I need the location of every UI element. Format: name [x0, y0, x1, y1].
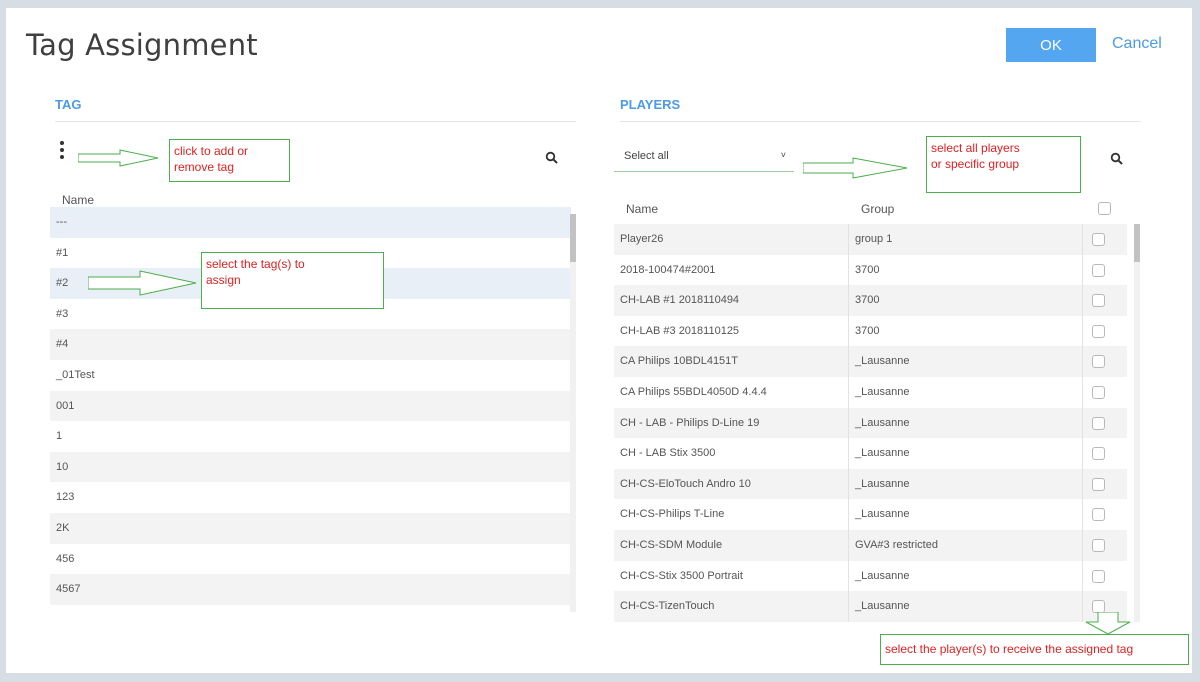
annotation-select-players-receive: select the player(s) to receive the assi…	[880, 634, 1189, 665]
player-group: _Lausanne	[855, 416, 910, 429]
search-icon[interactable]	[545, 151, 559, 165]
player-name: Player26	[620, 233, 664, 245]
player-name: CH - LAB - Philips D-Line 19	[620, 416, 760, 429]
player-row[interactable]: CH-LAB #3 2018110125 3700	[614, 315, 1127, 347]
player-row[interactable]: CH-LAB #1 2018110494 3700	[614, 285, 1127, 316]
tag-row[interactable]: 10	[50, 451, 571, 483]
arrow-right-icon	[88, 270, 197, 296]
player-group: _Lausanne	[855, 600, 910, 613]
tag-row[interactable]: 001	[50, 390, 571, 422]
search-icon[interactable]	[1110, 152, 1124, 166]
annotation-line: or specific group	[931, 157, 1020, 171]
tag-row[interactable]: 123	[50, 482, 571, 513]
player-checkbox[interactable]	[1092, 447, 1105, 461]
player-group-select[interactable]: Select all ˅	[614, 142, 794, 172]
player-name: CH - LAB Stix 3500	[620, 447, 716, 460]
player-checkbox[interactable]	[1092, 263, 1105, 277]
player-checkbox[interactable]	[1092, 538, 1105, 552]
annotation-add-remove-tag: click to add or remove tag	[169, 139, 290, 182]
player-name: CH-CS-Philips T-Line	[620, 508, 725, 521]
player-group: _Lausanne	[855, 508, 910, 521]
chevron-down-icon: ˅	[780, 150, 786, 160]
player-checkbox[interactable]	[1092, 416, 1105, 430]
annotation-line: assign	[206, 273, 241, 287]
player-row[interactable]: CH-CS-Philips T-Line _Lausanne	[614, 499, 1127, 530]
player-group: _Lausanne	[855, 447, 910, 460]
player-row[interactable]: CA Philips 55BDL4050D 4.4.4 _Lausanne	[614, 376, 1127, 408]
player-checkbox[interactable]	[1092, 294, 1105, 308]
player-group: _Lausanne	[855, 355, 910, 368]
ok-button[interactable]: OK	[1006, 28, 1096, 62]
player-name: CH-CS-SDM Module	[620, 538, 723, 551]
annotation-select-tags: select the tag(s) to assign	[201, 252, 384, 309]
annotation-line: select the tag(s) to	[206, 257, 305, 271]
player-group: group 1	[855, 233, 893, 245]
select-all-players-checkbox[interactable]	[1098, 202, 1111, 215]
tag-row[interactable]: 456	[50, 544, 571, 575]
tag-name-column-header: Name	[62, 193, 95, 207]
tag-row[interactable]: ---	[50, 207, 571, 238]
player-checkbox[interactable]	[1092, 477, 1105, 491]
player-row[interactable]: 2018-100474#2001 3700	[614, 254, 1127, 286]
tag-section-divider	[55, 121, 576, 122]
player-row[interactable]: CH-CS-EloTouch Andro 10 _Lausanne	[614, 468, 1127, 500]
player-row[interactable]: CH-CS-TizenTouch _Lausanne	[614, 591, 1127, 622]
player-group: _Lausanne	[855, 569, 910, 582]
arrow-down-icon	[1085, 612, 1131, 635]
arrow-right-icon	[78, 149, 159, 167]
arrow-right-icon	[803, 157, 908, 179]
player-row[interactable]: CH-CS-Stix 3500 Portrait _Lausanne	[614, 560, 1127, 592]
player-name: CH-LAB #3 2018110125	[620, 324, 740, 337]
annotation-line: select all players	[931, 141, 1020, 155]
player-name: CH-CS-EloTouch Andro 10	[620, 477, 751, 490]
dialog-title: Tag Assignment	[26, 28, 258, 62]
player-name: CA Philips 10BDL4151T	[620, 355, 739, 368]
player-name: CH-CS-Stix 3500 Portrait	[620, 569, 743, 582]
player-name: 2018-100474#2001	[620, 263, 716, 276]
player-group-select-value: Select all	[624, 150, 669, 162]
player-group: 3700	[855, 324, 880, 337]
annotation-line: click to add or	[174, 144, 249, 158]
player-checkbox[interactable]	[1092, 508, 1105, 522]
player-checkbox[interactable]	[1092, 324, 1105, 338]
players-table-scrollbar[interactable]	[1134, 224, 1140, 622]
tag-row[interactable]: 2K	[50, 512, 571, 544]
tag-list-scrollbar[interactable]	[570, 214, 576, 612]
annotation-line: remove tag	[174, 160, 235, 174]
tag-row[interactable]: _01Test	[50, 360, 571, 391]
player-group: _Lausanne	[855, 385, 910, 398]
player-checkbox[interactable]	[1092, 385, 1105, 399]
tag-row[interactable]: #4	[50, 329, 571, 360]
player-group: 3700	[855, 263, 880, 276]
player-group: 3700	[855, 294, 880, 307]
players-table: Player26 group 1 2018-100474#2001 3700 CH-…	[614, 224, 1127, 622]
player-row[interactable]: CH - LAB - Philips D-Line 19 _Lausanne	[614, 407, 1127, 439]
more-vertical-icon[interactable]	[58, 141, 66, 161]
players-group-column-header: Group	[861, 202, 895, 216]
players-name-column-header: Name	[626, 202, 659, 216]
player-row[interactable]: CA Philips 10BDL4151T _Lausanne	[614, 346, 1127, 377]
tag-list-scrollbar-thumb[interactable]	[570, 214, 576, 262]
player-checkbox[interactable]	[1092, 233, 1105, 246]
player-name: CH-CS-TizenTouch	[620, 600, 715, 613]
player-checkbox[interactable]	[1092, 569, 1105, 583]
players-section-divider	[620, 121, 1141, 122]
player-checkbox[interactable]	[1092, 355, 1105, 369]
player-name: CA Philips 55BDL4050D 4.4.4	[620, 385, 767, 398]
player-group: _Lausanne	[855, 477, 910, 490]
tag-row[interactable]: 4567	[50, 574, 571, 605]
cancel-button[interactable]: Cancel	[1112, 35, 1162, 53]
player-group: GVA#3 restricted	[855, 538, 938, 551]
player-row[interactable]: Player26 group 1	[614, 224, 1127, 255]
players-section-title: PLAYERS	[620, 97, 681, 112]
tag-section-title: TAG	[55, 97, 82, 112]
tag-row[interactable]: 1	[50, 421, 571, 452]
players-table-scrollbar-thumb[interactable]	[1134, 224, 1140, 262]
annotation-select-players-group: select all players or specific group	[926, 136, 1081, 193]
player-name: CH-LAB #1 2018110494	[620, 294, 740, 307]
player-row[interactable]: CH - LAB Stix 3500 _Lausanne	[614, 438, 1127, 469]
player-row[interactable]: CH-CS-SDM Module GVA#3 restricted	[614, 529, 1127, 561]
